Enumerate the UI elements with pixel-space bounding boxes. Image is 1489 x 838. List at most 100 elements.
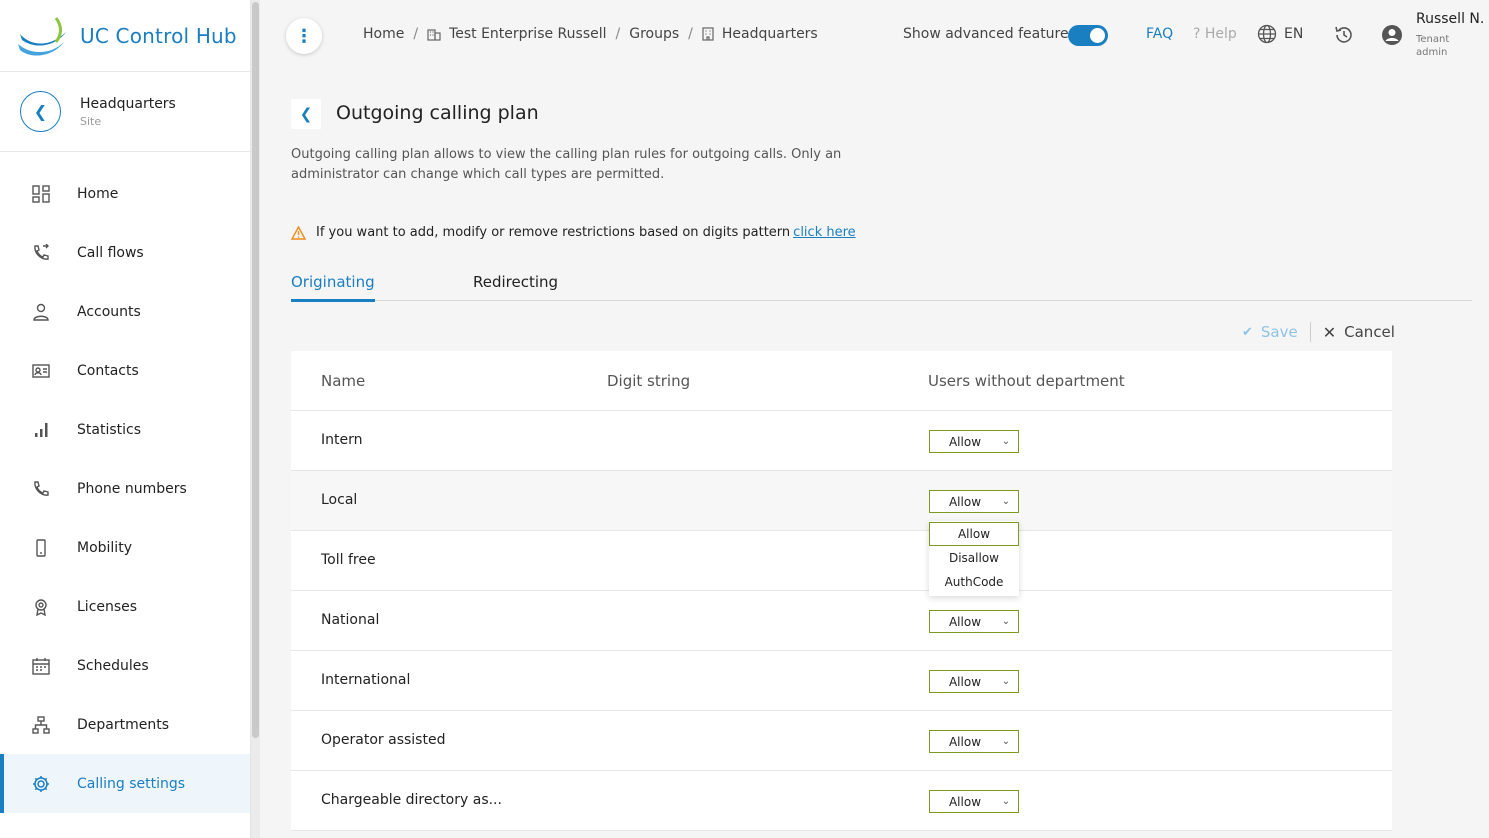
help-link[interactable]: ? Help bbox=[1193, 26, 1237, 42]
page-back-button[interactable]: ❮ bbox=[291, 99, 321, 129]
sidebar-item-label: Accounts bbox=[77, 303, 141, 320]
dropdown-option-allow[interactable]: Allow bbox=[929, 522, 1019, 546]
permission-select[interactable]: Allow ⌄ bbox=[929, 730, 1019, 753]
warning-text: If you want to add, modify or remove res… bbox=[316, 225, 791, 240]
breadcrumb-separator: / bbox=[413, 26, 419, 42]
call-flow-icon bbox=[31, 243, 51, 263]
user-name: Russell N. bbox=[1416, 11, 1485, 27]
permission-select[interactable]: Allow ⌄ bbox=[929, 790, 1019, 813]
sidebar-item-accounts[interactable]: Accounts bbox=[0, 282, 250, 341]
warning-icon bbox=[291, 225, 306, 240]
sidebar-item-label: Mobility bbox=[77, 539, 132, 556]
check-icon: ✔ bbox=[1242, 324, 1253, 340]
select-value: Allow bbox=[948, 794, 982, 809]
table-row: Intern Allow ⌄ bbox=[291, 411, 1392, 471]
sidebar-item-label: Schedules bbox=[77, 657, 149, 674]
sidebar-item-home[interactable]: Home bbox=[0, 164, 250, 223]
select-value: Allow bbox=[948, 434, 982, 449]
avatar[interactable] bbox=[1381, 24, 1403, 50]
select-value: Allow bbox=[948, 614, 982, 629]
dropdown-option-disallow[interactable]: Disallow bbox=[929, 546, 1019, 570]
permission-select[interactable]: Allow ⌄ bbox=[929, 490, 1019, 513]
page-title: Outgoing calling plan bbox=[336, 102, 539, 124]
logo-icon bbox=[18, 16, 66, 56]
save-label: Save bbox=[1260, 323, 1298, 341]
org-chart-icon bbox=[31, 715, 51, 735]
chevron-down-icon: ⌄ bbox=[1001, 676, 1011, 687]
table-row: International Allow ⌄ bbox=[291, 651, 1392, 711]
app-title: UC Control Hub bbox=[80, 23, 237, 48]
faq-link[interactable]: FAQ bbox=[1146, 26, 1173, 42]
sidebar-item-label: Home bbox=[77, 185, 119, 202]
tab-redirecting[interactable]: Redirecting bbox=[473, 273, 558, 299]
breadcrumb-enterprise[interactable]: Test Enterprise Russell bbox=[449, 26, 606, 42]
form-actions: ✔ Save ✕ Cancel bbox=[1242, 322, 1395, 342]
table-row: Toll free bbox=[291, 531, 1392, 591]
sidebar: UC Control Hub ❮ Headquarters Site Home … bbox=[0, 0, 251, 838]
sidebar-item-contacts[interactable]: Contacts bbox=[0, 341, 250, 400]
sidebar-item-statistics[interactable]: Statistics bbox=[0, 400, 250, 459]
contact-card-icon bbox=[31, 361, 51, 381]
calling-plan-table: Name Digit string Users without departme… bbox=[291, 351, 1392, 831]
permission-select[interactable]: Allow ⌄ bbox=[929, 610, 1019, 633]
mobile-icon bbox=[31, 538, 51, 558]
chevron-down-icon: ⌄ bbox=[1001, 436, 1011, 447]
site-back-button[interactable]: ❮ bbox=[20, 91, 61, 132]
sidebar-item-label: Contacts bbox=[77, 362, 139, 379]
history-icon bbox=[1335, 26, 1352, 43]
sidebar-item-calling-settings[interactable]: Calling settings bbox=[0, 754, 250, 813]
close-icon: ✕ bbox=[1322, 322, 1337, 342]
sidebar-item-label: Phone numbers bbox=[77, 480, 187, 497]
dashboard-icon bbox=[31, 184, 51, 204]
permission-select[interactable]: Allow ⌄ bbox=[929, 430, 1019, 453]
row-name: Operator assisted bbox=[321, 732, 446, 748]
warning-notice: If you want to add, modify or remove res… bbox=[291, 225, 856, 240]
user-role: Tenant admin bbox=[1416, 34, 1450, 58]
sidebar-item-departments[interactable]: Departments bbox=[0, 695, 250, 754]
sidebar-scrollbar-thumb[interactable] bbox=[252, 2, 259, 738]
sidebar-item-schedules[interactable]: Schedules bbox=[0, 636, 250, 695]
breadcrumb-separator: / bbox=[615, 26, 621, 42]
sidebar-item-call-flows[interactable]: Call flows bbox=[0, 223, 250, 282]
chevron-down-icon: ⌄ bbox=[1001, 616, 1011, 627]
row-name: International bbox=[321, 672, 411, 688]
column-header-name: Name bbox=[321, 371, 366, 390]
dropdown-option-authcode[interactable]: AuthCode bbox=[929, 570, 1019, 594]
select-value: Allow bbox=[948, 674, 982, 689]
cancel-button[interactable]: ✕ Cancel bbox=[1323, 323, 1395, 342]
select-value: Allow bbox=[948, 494, 982, 509]
chevron-left-icon: ❮ bbox=[33, 102, 48, 121]
advanced-features-toggle[interactable] bbox=[1068, 25, 1108, 46]
chevron-down-icon: ⌄ bbox=[1001, 496, 1011, 507]
tab-originating[interactable]: Originating bbox=[291, 273, 375, 302]
permission-select[interactable]: Allow ⌄ bbox=[929, 670, 1019, 693]
chevron-left-icon: ❮ bbox=[299, 105, 313, 123]
breadcrumb-headquarters[interactable]: Headquarters bbox=[722, 26, 818, 42]
sidebar-item-licenses[interactable]: Licenses bbox=[0, 577, 250, 636]
sidebar-item-mobility[interactable]: Mobility bbox=[0, 518, 250, 577]
site-name: Headquarters bbox=[80, 95, 176, 112]
save-button[interactable]: ✔ Save bbox=[1242, 323, 1298, 341]
cancel-label: Cancel bbox=[1344, 323, 1395, 341]
calendar-icon bbox=[31, 656, 51, 676]
more-menu-button[interactable]: ⋮ bbox=[286, 18, 322, 54]
logo: UC Control Hub bbox=[0, 0, 250, 72]
breadcrumb-home[interactable]: Home bbox=[363, 26, 404, 42]
history-button[interactable] bbox=[1333, 24, 1355, 50]
action-divider bbox=[1309, 322, 1311, 342]
row-name: Intern bbox=[321, 432, 363, 448]
table-row: National Allow ⌄ bbox=[291, 591, 1392, 651]
row-name: Local bbox=[321, 492, 358, 508]
breadcrumb-groups[interactable]: Groups bbox=[629, 26, 679, 42]
click-here-link[interactable]: click here bbox=[793, 225, 855, 240]
bar-chart-icon bbox=[31, 420, 51, 440]
row-name: Chargeable directory as... bbox=[321, 792, 502, 808]
table-row: Local Allow ⌄ bbox=[291, 471, 1392, 531]
account-circle-icon bbox=[1382, 25, 1402, 45]
top-header: ⋮ Home / Test Enterprise Russell / Group… bbox=[262, 0, 1489, 72]
breadcrumb: Home / Test Enterprise Russell / Groups … bbox=[363, 26, 818, 42]
sidebar-item-label: Calling settings bbox=[77, 775, 186, 792]
sidebar-item-label: Statistics bbox=[77, 421, 141, 438]
language-selector[interactable]: EN bbox=[1257, 24, 1303, 44]
sidebar-item-phone-numbers[interactable]: Phone numbers bbox=[0, 459, 250, 518]
